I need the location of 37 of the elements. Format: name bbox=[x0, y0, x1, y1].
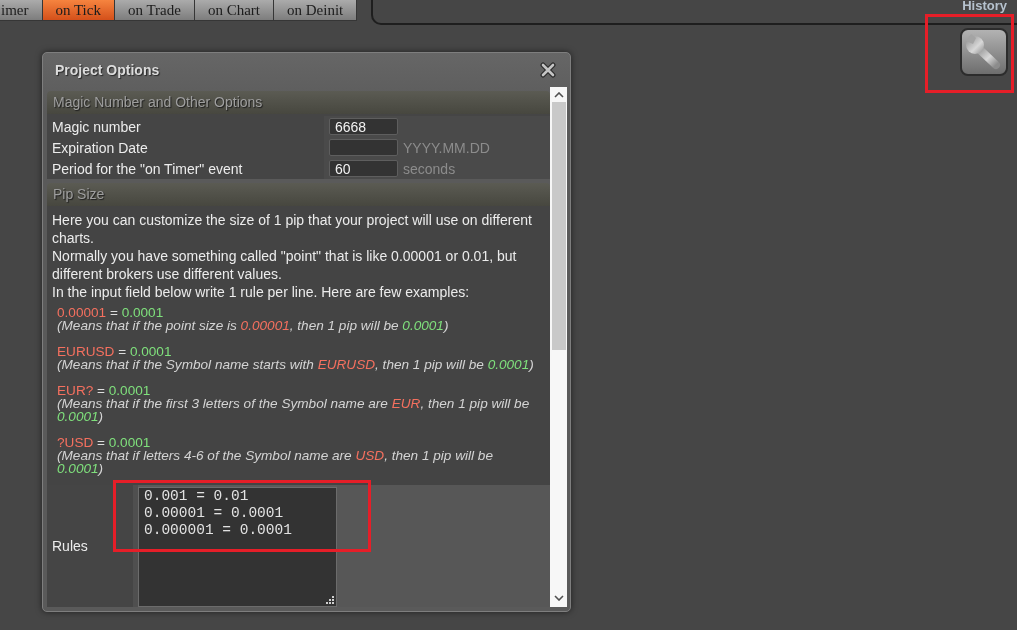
resize-grip-icon[interactable] bbox=[326, 596, 334, 604]
field-label: Magic number bbox=[52, 118, 141, 135]
field-hint: YYYY.MM.DD bbox=[403, 139, 490, 156]
description-text: Here you can customize the size of 1 pip that your project will use on different charts. bbox=[52, 211, 533, 247]
field-label: Period for the "on Timer" event bbox=[52, 160, 243, 177]
text-field[interactable] bbox=[329, 139, 398, 156]
wrench-icon[interactable] bbox=[960, 28, 1008, 76]
scroll-up-icon[interactable] bbox=[553, 92, 564, 98]
tab[interactable]: on Deinit bbox=[273, 0, 358, 21]
example-rule: EURUSD = 0.0001 bbox=[57, 345, 173, 358]
dialog-title: Project Options bbox=[55, 62, 160, 78]
field-label: Rules bbox=[52, 538, 88, 554]
rules-text-area[interactable]: 0.001 = 0.01 0.00001 = 0.0001 0.000001 = 0.0001 bbox=[138, 487, 337, 607]
tab[interactable]: imer bbox=[0, 0, 43, 21]
section-header: Magic Number and Other Options bbox=[47, 91, 550, 114]
text-field[interactable]: 6668 bbox=[329, 118, 398, 135]
section-header: Pip Size bbox=[47, 183, 550, 206]
scrollbar[interactable] bbox=[550, 87, 567, 607]
example-rule: EUR? = 0.0001 bbox=[57, 384, 152, 397]
field-hint: seconds bbox=[403, 160, 456, 177]
panel-title: History bbox=[962, 0, 1007, 12]
scroll-down-icon[interactable] bbox=[553, 595, 564, 601]
close-icon[interactable] bbox=[540, 62, 556, 78]
example-explanation: (Means that if letters 4-6 of the Symbol name are USD, then 1 pip will be 0.0001) bbox=[57, 449, 494, 475]
text-field[interactable]: 60 bbox=[329, 160, 398, 177]
example-rule: 0.00001 = 0.0001 bbox=[57, 306, 165, 319]
field-label: Expiration Date bbox=[52, 139, 148, 156]
tab[interactable]: on Tick bbox=[42, 0, 115, 21]
tab[interactable]: on Trade bbox=[114, 0, 195, 21]
example-explanation: (Means that if the point size is 0.00001, then 1 pip will be 0.0001) bbox=[57, 319, 450, 332]
tab[interactable]: on Chart bbox=[194, 0, 274, 21]
scrollbar-thumb[interactable] bbox=[551, 102, 566, 350]
example-rule: ?USD = 0.0001 bbox=[57, 436, 152, 449]
description-text: Normally you have something called "point" that is like 0.00001 or 0.01, but different brokers use different values. bbox=[52, 247, 518, 283]
example-explanation: (Means that if the first 3 letters of the Symbol name are EUR, then 1 pip will be 0.0001) bbox=[57, 397, 531, 423]
example-explanation: (Means that if the Symbol name starts with EURUSD, then 1 pip will be 0.0001) bbox=[57, 358, 535, 371]
description-text: In the input field below write 1 rule per line. Here are few examples: bbox=[52, 283, 471, 301]
